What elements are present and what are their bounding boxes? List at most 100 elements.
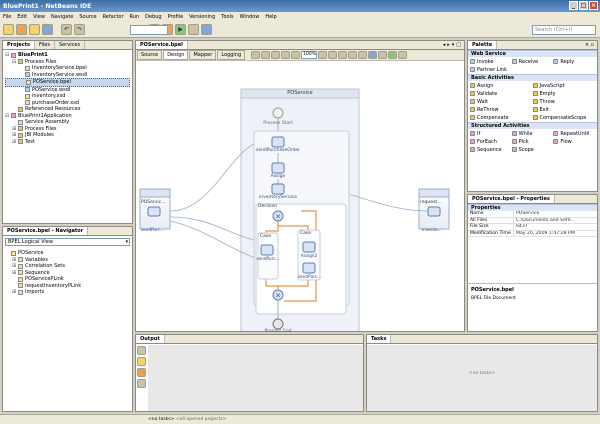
palette-item-sequence[interactable]: Sequence [470,146,512,153]
close-button[interactable]: × [589,1,598,10]
zoom-out-icon[interactable] [318,51,328,59]
redo-icon[interactable]: ↷ [74,24,85,35]
output-clear-icon[interactable] [137,346,146,355]
palette-item-flow[interactable]: Flow [553,138,595,145]
menu-versioning[interactable]: Versioning [189,14,215,20]
palette-item-rethrow[interactable]: ReThrow [470,106,533,113]
navigator-title[interactable]: POService.bpel - Navigator [3,227,89,235]
properties-section[interactable]: Properties [468,204,597,211]
menu-debug[interactable]: Debug [145,14,161,20]
reply2-activity[interactable]: sendPurc... [298,274,321,279]
property-value[interactable]: C:\Documents and Setti... [514,218,597,224]
expand-toggle-icon[interactable]: ⊟ [5,52,9,59]
property-value[interactable]: POService [514,211,597,217]
new-file-icon[interactable] [3,24,14,35]
filter-icon[interactable] [137,379,146,388]
collapse-icon[interactable] [348,51,358,59]
tree-item[interactable]: POService.bpel [5,78,130,87]
maximize-editor-icon[interactable]: □ [456,41,461,49]
close-icon[interactable]: × ▫ [585,41,597,49]
fit-diagram-icon[interactable] [281,51,291,59]
left-partner-link[interactable]: POServic... [141,200,165,205]
palette-item-throw[interactable]: Throw [532,98,596,105]
window-list-icon[interactable]: ▾ [452,41,455,49]
palette-item-empty[interactable]: Empty [532,90,596,97]
zoom-in2-icon[interactable] [328,51,338,59]
zoom-select[interactable]: 100% [301,51,318,59]
expand-toggle-icon[interactable]: ⊟ [12,59,16,66]
hand-tool-icon[interactable] [261,51,271,59]
property-row[interactable]: Modification Time May 20, 2009 1:47:28 PM [468,230,597,237]
palette-item-assign[interactable]: Assign [470,82,533,89]
undo-icon[interactable]: ↶ [61,24,72,35]
configuration-select[interactable] [130,25,168,35]
case2-label[interactable]: Case [300,231,311,236]
palette-item-receive[interactable]: Receive [511,58,554,65]
output-scope-icon[interactable] [137,368,146,377]
tab-files[interactable]: Files [35,41,55,49]
palette-item-javascript[interactable]: JavaScript [532,82,596,89]
menu-view[interactable]: View [33,14,45,20]
palette-item-exit[interactable]: Exit [532,106,596,113]
property-value[interactable]: May 20, 2009 1:47:28 PM [514,231,597,237]
view-tab-logging[interactable]: Logging [217,50,246,60]
tab-services[interactable]: Services [55,41,86,49]
partner-link-icon[interactable] [388,51,398,59]
debug-icon[interactable] [188,24,199,35]
toggle-breakpoint-icon[interactable] [398,51,408,59]
property-value[interactable]: 6437 [514,224,597,230]
palette-item-repeatuntil[interactable]: RepeatUntil [553,130,595,137]
advanced-icon[interactable] [378,51,388,59]
minimize-button[interactable]: _ [569,1,578,10]
palette-item-partner-link[interactable]: Partner Link [470,66,512,73]
scroll-right-icon[interactable]: ▸ [447,41,450,49]
palette-item-invoke[interactable]: Invoke [470,58,512,65]
open-project-icon[interactable] [29,24,40,35]
palette-section-basic-activities[interactable]: Basic Activities [468,74,597,81]
menu-tools[interactable]: Tools [221,14,233,20]
fit-width-icon[interactable] [291,51,301,59]
profile-icon[interactable] [201,24,212,35]
left-partner-operation[interactable]: sendPurc... [141,227,164,232]
decision-label[interactable]: Decision [258,204,277,209]
palette-section-structured-activities[interactable]: Structured Activities [468,122,597,129]
save-all-icon[interactable] [42,24,53,35]
assign-activity[interactable]: Assign [266,174,290,179]
tab-projects[interactable]: Projects [3,41,36,49]
receive-activity[interactable]: sendPurchaseOrder [252,148,304,153]
menu-window[interactable]: Window [240,14,260,20]
select-tool-icon[interactable] [251,51,261,59]
tasks-title[interactable]: Tasks [367,335,392,343]
tree-item[interactable]: ⊞ Test [5,139,130,146]
palette-title[interactable]: Palette [468,41,498,49]
search-input[interactable]: Search (Ctrl+I) [532,25,596,35]
palette-item-validate[interactable]: Validate [470,90,533,97]
menu-source[interactable]: Source [79,14,96,20]
new-project-icon[interactable] [16,24,27,35]
view-tab-source[interactable]: Source [137,50,163,60]
print-icon[interactable] [358,51,368,59]
palette-item-pick[interactable]: Pick [511,138,554,145]
assign2-activity[interactable]: Assign2 [298,253,320,258]
palette-item-scope[interactable]: Scope [511,146,554,153]
palette-item-wait[interactable]: Wait [470,98,533,105]
tree-item[interactable]: ⊞ Imports [5,289,130,296]
reply1-activity[interactable]: sendPurc... [256,256,280,261]
expand-toggle-icon[interactable]: ⊞ [12,270,16,277]
output-folder-icon[interactable] [137,357,146,366]
bpel-design-canvas[interactable]: × × POService Process Start sendPurchase… [136,61,464,334]
menu-refactor[interactable]: Refactor [103,14,124,20]
expand-toggle-icon[interactable]: ⊟ [5,113,9,120]
zoom-in-icon[interactable] [271,51,281,59]
view-tab-design[interactable]: Design [163,50,189,60]
expand-all-icon[interactable] [338,51,348,59]
palette-item-compensatescope[interactable]: CompensateScope [532,114,596,121]
menu-profile[interactable]: Profile [168,14,184,20]
scroll-left-icon[interactable]: ◂ [443,41,446,49]
view-tab-mapper[interactable]: Mapper [189,50,217,60]
palette-item-foreach[interactable]: ForEach [470,138,512,145]
run-icon[interactable]: ▶ [175,24,186,35]
palette-item-if[interactable]: If [470,130,512,137]
menu-run[interactable]: Run [130,14,140,20]
menu-file[interactable]: File [3,14,11,20]
